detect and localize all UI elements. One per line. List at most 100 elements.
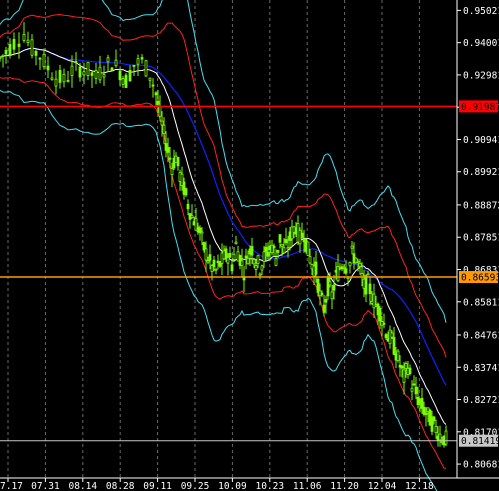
candle-body — [396, 350, 400, 361]
candle-body — [74, 61, 78, 64]
candle-body — [250, 246, 254, 256]
y-tick-label: 0.84761 — [463, 330, 499, 341]
candle-body — [190, 215, 194, 218]
candle-body — [322, 304, 326, 313]
candle-body — [1, 54, 5, 57]
candle-body — [264, 246, 268, 252]
candle-body — [278, 234, 282, 243]
candle-body — [342, 266, 346, 269]
candle-body — [260, 265, 264, 271]
candle-body — [244, 255, 248, 259]
candle-body — [368, 283, 372, 295]
candle-body — [326, 277, 330, 297]
candle-body — [151, 84, 155, 87]
y-tick-label: 0.92981 — [463, 70, 499, 81]
candle-body — [240, 260, 244, 266]
candle-body — [350, 245, 354, 249]
candle-body — [256, 255, 260, 265]
candle-body — [102, 74, 106, 78]
price-box-label: 0.81419 — [461, 436, 499, 447]
x-tick-label: 09.25 — [181, 481, 210, 491]
candle-body — [200, 231, 204, 234]
candle-body — [66, 79, 70, 82]
candle-body — [424, 412, 428, 415]
candle-body — [34, 50, 38, 56]
candle-body — [324, 299, 328, 303]
candle-body — [328, 281, 332, 286]
x-tick-label: 08.28 — [106, 481, 135, 491]
candle-body — [158, 106, 162, 117]
candle-body — [364, 275, 368, 295]
candle-body — [356, 260, 360, 263]
candle-body — [208, 254, 212, 261]
candle-body — [124, 74, 128, 88]
candle-body — [308, 256, 312, 264]
candle-body — [30, 39, 34, 56]
candle-body — [228, 253, 232, 258]
y-tick-label: 0.88872 — [463, 200, 499, 211]
candle-body — [258, 273, 262, 276]
candle-body — [148, 77, 152, 81]
candle-body — [110, 67, 114, 71]
candle-body — [284, 239, 288, 244]
candle-body — [114, 59, 118, 67]
candle-body — [280, 243, 284, 247]
candle-body — [90, 72, 94, 76]
candle-body — [214, 268, 218, 271]
candle-body — [128, 69, 132, 82]
candle-body — [121, 78, 125, 85]
candle-body — [344, 268, 348, 274]
candle-body — [266, 251, 270, 257]
candle-body — [186, 203, 190, 210]
candle-body — [366, 273, 370, 276]
candle-body — [358, 263, 362, 267]
candle-body — [166, 146, 170, 153]
candle-body — [332, 284, 336, 291]
candle-body — [78, 66, 82, 78]
price-box-label: 0.91987 — [461, 102, 499, 113]
candle-body — [132, 64, 136, 67]
candle-body — [400, 365, 404, 369]
candle-body — [160, 120, 164, 126]
x-tick-label: 10.09 — [218, 481, 247, 491]
candle-body — [412, 383, 416, 386]
candle-body — [384, 334, 388, 339]
x-tick-label: 12.04 — [368, 481, 397, 491]
candle-body — [42, 53, 46, 68]
candle-body — [46, 65, 50, 71]
x-tick-label: 09.11 — [143, 481, 172, 491]
candle-body — [58, 70, 62, 83]
candle-body — [408, 367, 412, 374]
candle-body — [234, 241, 238, 244]
y-tick-label: 0.85811 — [463, 297, 499, 308]
candle-body — [432, 416, 436, 422]
candle-body — [410, 387, 414, 392]
y-tick-label: 0.95021 — [463, 6, 499, 17]
candle-body — [54, 78, 58, 87]
x-tick-label: 08.14 — [68, 481, 97, 491]
candle-body — [226, 257, 230, 264]
candle-body — [17, 43, 21, 47]
x-tick-label: 11.06 — [293, 481, 322, 491]
x-tick-label: 07.31 — [31, 481, 60, 491]
candle-body — [320, 292, 324, 296]
candle-body — [94, 70, 98, 79]
x-tick-label: 12.18 — [405, 481, 434, 491]
candle-body — [330, 291, 334, 300]
candle-body — [82, 71, 86, 76]
candle-body — [262, 251, 266, 262]
x-tick-label: 7.17 — [0, 481, 23, 491]
candle-body — [162, 124, 166, 134]
y-tick-label: 0.94001 — [463, 38, 499, 49]
candle-body — [390, 332, 394, 338]
candle-body — [206, 260, 210, 263]
candle-body — [144, 60, 148, 77]
price-chart: 0.950210.940010.929810.919610.909410.899… — [0, 0, 499, 491]
candle-body — [444, 430, 448, 445]
candle-body — [4, 50, 8, 55]
candle-body — [156, 100, 160, 105]
candle-body — [22, 33, 26, 41]
candle-body — [62, 73, 66, 83]
candle-body — [70, 65, 74, 76]
candle-body — [316, 278, 320, 293]
